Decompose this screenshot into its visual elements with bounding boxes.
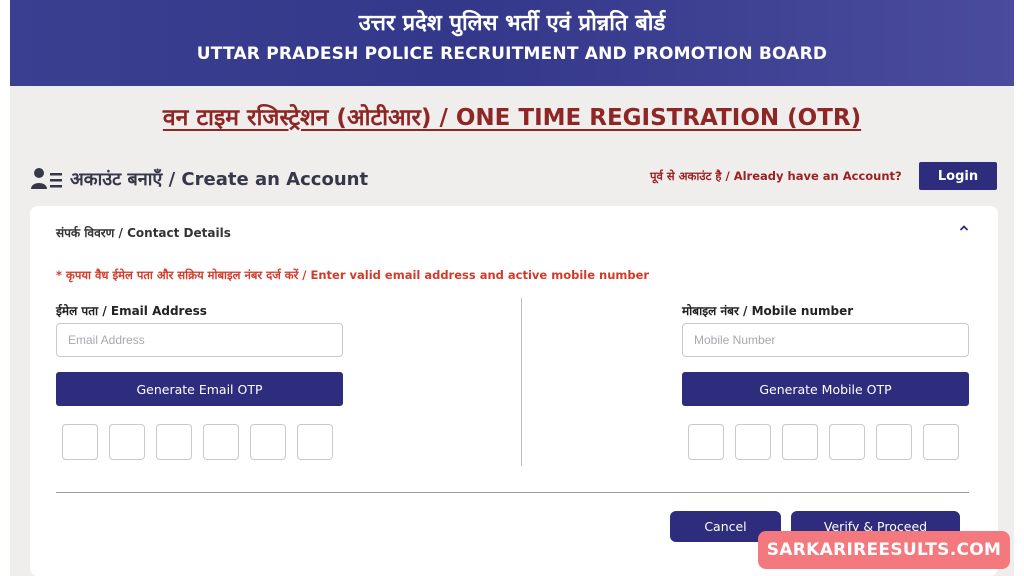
- mobile-otp-digit[interactable]: [876, 424, 912, 460]
- page-title: वन टाइम रजिस्ट्रेशन (ओटीआर) / ONE TIME R…: [162, 105, 862, 131]
- site-header: उत्तर प्रदेश पुलिस भर्ती एवं प्रोन्नति ब…: [10, 0, 1014, 86]
- header-title-english: UTTAR PRADESH POLICE RECRUITMENT AND PRO…: [196, 44, 828, 64]
- contact-details-card: संपर्क विवरण / Contact Details * कृपया व…: [30, 206, 998, 576]
- create-account-label: अकाउंट बनाएँ / Create an Account: [70, 169, 369, 190]
- already-have-account-text: पूर्व से अकाउंट है / Already have an Acc…: [650, 169, 902, 183]
- login-button[interactable]: Login: [919, 162, 997, 190]
- mobile-otp-boxes: [688, 424, 959, 460]
- mobile-otp-digit[interactable]: [735, 424, 771, 460]
- column-divider: [521, 298, 522, 466]
- page: उत्तर प्रदेश पुलिस भर्ती एवं प्रोन्नति ब…: [10, 0, 1014, 576]
- email-otp-digit[interactable]: [297, 424, 333, 460]
- user-list-icon: [31, 168, 62, 189]
- email-label: ईमेल पता / Email Address: [56, 304, 207, 318]
- watermark: SARKARIREESULTS.COM: [758, 531, 1010, 569]
- validation-note: * कृपया वैध ईमेल पता और सक्रिय मोबाइल नं…: [56, 268, 650, 282]
- email-input[interactable]: [56, 323, 343, 357]
- generate-email-otp-button[interactable]: Generate Email OTP: [56, 372, 343, 406]
- email-otp-boxes: [62, 424, 333, 460]
- email-otp-digit[interactable]: [203, 424, 239, 460]
- mobile-otp-digit[interactable]: [782, 424, 818, 460]
- mobile-input[interactable]: [682, 323, 969, 357]
- email-otp-digit[interactable]: [250, 424, 286, 460]
- mobile-otp-digit[interactable]: [829, 424, 865, 460]
- email-otp-digit[interactable]: [62, 424, 98, 460]
- header-title-hindi: उत्तर प्रदेश पुलिस भर्ती एवं प्रोन्नति ब…: [358, 11, 666, 36]
- mobile-label: मोबाइल नंबर / Mobile number: [682, 304, 854, 318]
- form-divider: [56, 492, 969, 493]
- email-otp-digit[interactable]: [109, 424, 145, 460]
- generate-mobile-otp-button[interactable]: Generate Mobile OTP: [682, 372, 969, 406]
- create-account-heading: अकाउंट बनाएँ / Create an Account: [30, 166, 368, 192]
- mobile-otp-digit[interactable]: [688, 424, 724, 460]
- mobile-otp-digit[interactable]: [923, 424, 959, 460]
- email-otp-digit[interactable]: [156, 424, 192, 460]
- contact-details-title[interactable]: संपर्क विवरण / Contact Details: [56, 224, 231, 241]
- chevron-up-icon[interactable]: [958, 222, 970, 234]
